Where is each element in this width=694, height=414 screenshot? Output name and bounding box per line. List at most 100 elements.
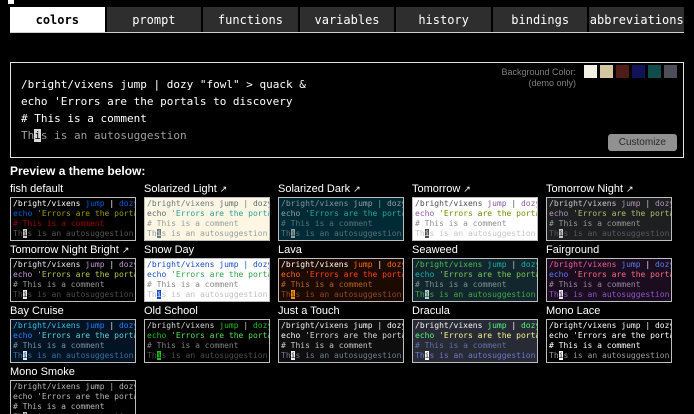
token-quote: 'Errors are the portals to discovery	[439, 209, 538, 218]
token-fg: |	[239, 321, 253, 330]
token-quote: 'Errors are the portals to discovery	[37, 209, 136, 218]
theme-preview-box[interactable]: /bright/vixens jump | dozy "fowl" > quac…	[278, 258, 404, 302]
token-path: /bright/vixens	[13, 382, 80, 391]
token-quote: 'Errors are the portals to discovery	[573, 270, 672, 279]
sample-line: This is an autosuggestion	[147, 351, 267, 361]
token-fg: |	[239, 260, 253, 269]
background-color-control: Background Color: (demo only)	[501, 65, 677, 89]
theme-preview-box[interactable]: /bright/vixens jump | dozy "fowl" > quac…	[10, 380, 136, 414]
token-quote: 'Errors are the portals to discovery	[171, 331, 270, 340]
token-command: echo	[281, 270, 300, 279]
theme-preview-box[interactable]: /bright/vixens jump | dozy "fowl" > quac…	[144, 197, 270, 241]
demo-only-label: (demo only)	[501, 78, 576, 89]
token-comment: # This is a comment	[549, 219, 641, 228]
theme-preview-box[interactable]: /bright/vixens jump | dozy "fowl" > quac…	[144, 319, 270, 363]
sample-line: echo 'Errors are the portals to discover…	[13, 392, 133, 402]
theme-preview-box[interactable]: /bright/vixens jump | dozy "fowl" > quac…	[278, 197, 404, 241]
tab-history[interactable]: history	[396, 7, 491, 32]
external-link-icon[interactable]: ↗	[122, 245, 130, 255]
theme-title: Fairground	[546, 244, 672, 256]
tab-prompt[interactable]: prompt	[107, 7, 202, 32]
token-command: jump	[85, 199, 104, 208]
bg-color-swatch-1[interactable]	[584, 65, 597, 78]
theme-card-tomorrow-night-bright: Tomorrow Night Bright↗ /bright/vixens ju…	[10, 243, 136, 302]
token-quote: 'Errors are the portals to discovery	[171, 270, 270, 279]
tab-functions[interactable]: functions	[203, 7, 298, 32]
token-command: echo	[415, 209, 434, 218]
sample-line: # This is a comment	[147, 280, 267, 290]
token-path: /bright/vixens	[549, 321, 616, 330]
theme-preview-box[interactable]: /bright/vixens jump | dozy "fowl" > quac…	[412, 258, 538, 302]
token-end: &	[299, 78, 306, 91]
bg-color-swatch-4[interactable]	[632, 65, 645, 78]
theme-preview-box[interactable]: /bright/vixens jump | dozy "fowl" > quac…	[412, 319, 538, 363]
external-link-icon[interactable]: ↗	[353, 184, 361, 194]
token-path: /bright/vixens	[415, 199, 482, 208]
theme-preview-box[interactable]: /bright/vixens jump | dozy "fowl" > quac…	[412, 197, 538, 241]
sample-line: echo 'Errors are the portals to discover…	[147, 209, 267, 219]
theme-title: Dracula	[412, 305, 538, 317]
token-command: dozy	[119, 321, 136, 330]
theme-preview-box[interactable]: /bright/vixens jump | dozy "fowl" > quac…	[546, 197, 672, 241]
token-command: jump	[621, 321, 640, 330]
external-link-icon[interactable]: ↗	[220, 184, 228, 194]
tab-bar: colorspromptfunctionsvariableshistorybin…	[10, 7, 684, 33]
sample-line: This is an autosuggestion	[281, 290, 401, 300]
token-fg: |	[641, 321, 655, 330]
token-quote: 'Errors are the portals to discovery	[37, 331, 136, 340]
token-comment: # This is a comment	[13, 280, 105, 289]
theme-preview-box[interactable]: /bright/vixens jump | dozy "fowl" > quac…	[10, 258, 136, 302]
theme-preview-box[interactable]: /bright/vixens jump | dozy "fowl" > quac…	[144, 258, 270, 302]
sample-line: This is an autosuggestion	[549, 351, 669, 361]
token-fg: |	[507, 260, 521, 269]
token-command: dozy	[655, 199, 672, 208]
theme-preview-box[interactable]: /bright/vixens jump | dozy "fowl" > quac…	[278, 319, 404, 363]
token-path: /bright/vixens	[13, 199, 80, 208]
customize-button[interactable]: Customize	[608, 134, 677, 151]
sample-line: # This is a comment	[281, 219, 401, 229]
theme-preview-box[interactable]: /bright/vixens jump | dozy "fowl" > quac…	[546, 258, 672, 302]
token-command: echo	[549, 270, 568, 279]
theme-title: Mono Lace	[546, 305, 672, 317]
theme-preview-box[interactable]: /bright/vixens jump | dozy "fowl" > quac…	[10, 197, 136, 241]
token-command: echo	[549, 209, 568, 218]
token-comment: # This is a comment	[147, 280, 239, 289]
sample-line: This is an autosuggestion	[415, 351, 535, 361]
external-link-icon[interactable]: ↗	[626, 184, 634, 194]
sample-line: # This is a comment	[147, 219, 267, 229]
bg-color-swatch-2[interactable]	[600, 65, 613, 78]
theme-card-mono-smoke: Mono Smoke /bright/vixens jump | dozy "f…	[10, 365, 136, 414]
bg-color-swatch-3[interactable]	[616, 65, 629, 78]
theme-title-text: Tomorrow	[412, 183, 460, 195]
token-path: /bright/vixens	[549, 260, 616, 269]
tab-colors[interactable]: colors	[10, 7, 105, 32]
token-autosuggestion: Th	[415, 229, 425, 238]
theme-preview-box[interactable]: /bright/vixens jump | dozy "fowl" > quac…	[546, 319, 672, 363]
sample-line: echo 'Errors are the portals to discover…	[13, 331, 133, 341]
sample-line: This is an autosuggestion	[13, 229, 133, 239]
bg-color-swatch-5[interactable]	[648, 65, 661, 78]
token-autosuggestion: s is an autosuggestion	[429, 351, 535, 360]
theme-grid: fish default /bright/vixens jump | dozy …	[10, 182, 686, 414]
token-command: dozy	[387, 199, 404, 208]
theme-card-just-a-touch: Just a Touch /bright/vixens jump | dozy …	[278, 304, 404, 363]
token-path: /bright/vixens	[21, 78, 114, 91]
tab-bindings[interactable]: bindings	[493, 7, 588, 32]
external-link-icon[interactable]: ↗	[463, 184, 471, 194]
token-fg: |	[373, 260, 387, 269]
tab-variables[interactable]: variables	[300, 7, 395, 32]
token-autosuggestion: s is an autosuggestion	[27, 229, 133, 238]
sample-line: This is an autosuggestion	[147, 229, 267, 239]
token-autosuggestion: Th	[281, 290, 291, 299]
theme-title-text: Mono Lace	[546, 305, 600, 317]
tab-abbreviations[interactable]: abbreviations	[589, 7, 684, 32]
fish-config-app: colorspromptfunctionsvariableshistorybin…	[0, 0, 694, 414]
token-autosuggestion: s is an autosuggestion	[563, 290, 669, 299]
token-path: /bright/vixens	[13, 260, 80, 269]
token-autosuggestion: s is an autosuggestion	[563, 229, 669, 238]
token-command: echo	[147, 270, 166, 279]
theme-preview-box[interactable]: /bright/vixens jump | dozy "fowl" > quac…	[10, 319, 136, 363]
sample-line: This is an autosuggestion	[415, 290, 535, 300]
token-quote: 'Errors are the portals to discovery	[305, 331, 404, 340]
bg-color-swatch-6[interactable]	[664, 65, 677, 78]
